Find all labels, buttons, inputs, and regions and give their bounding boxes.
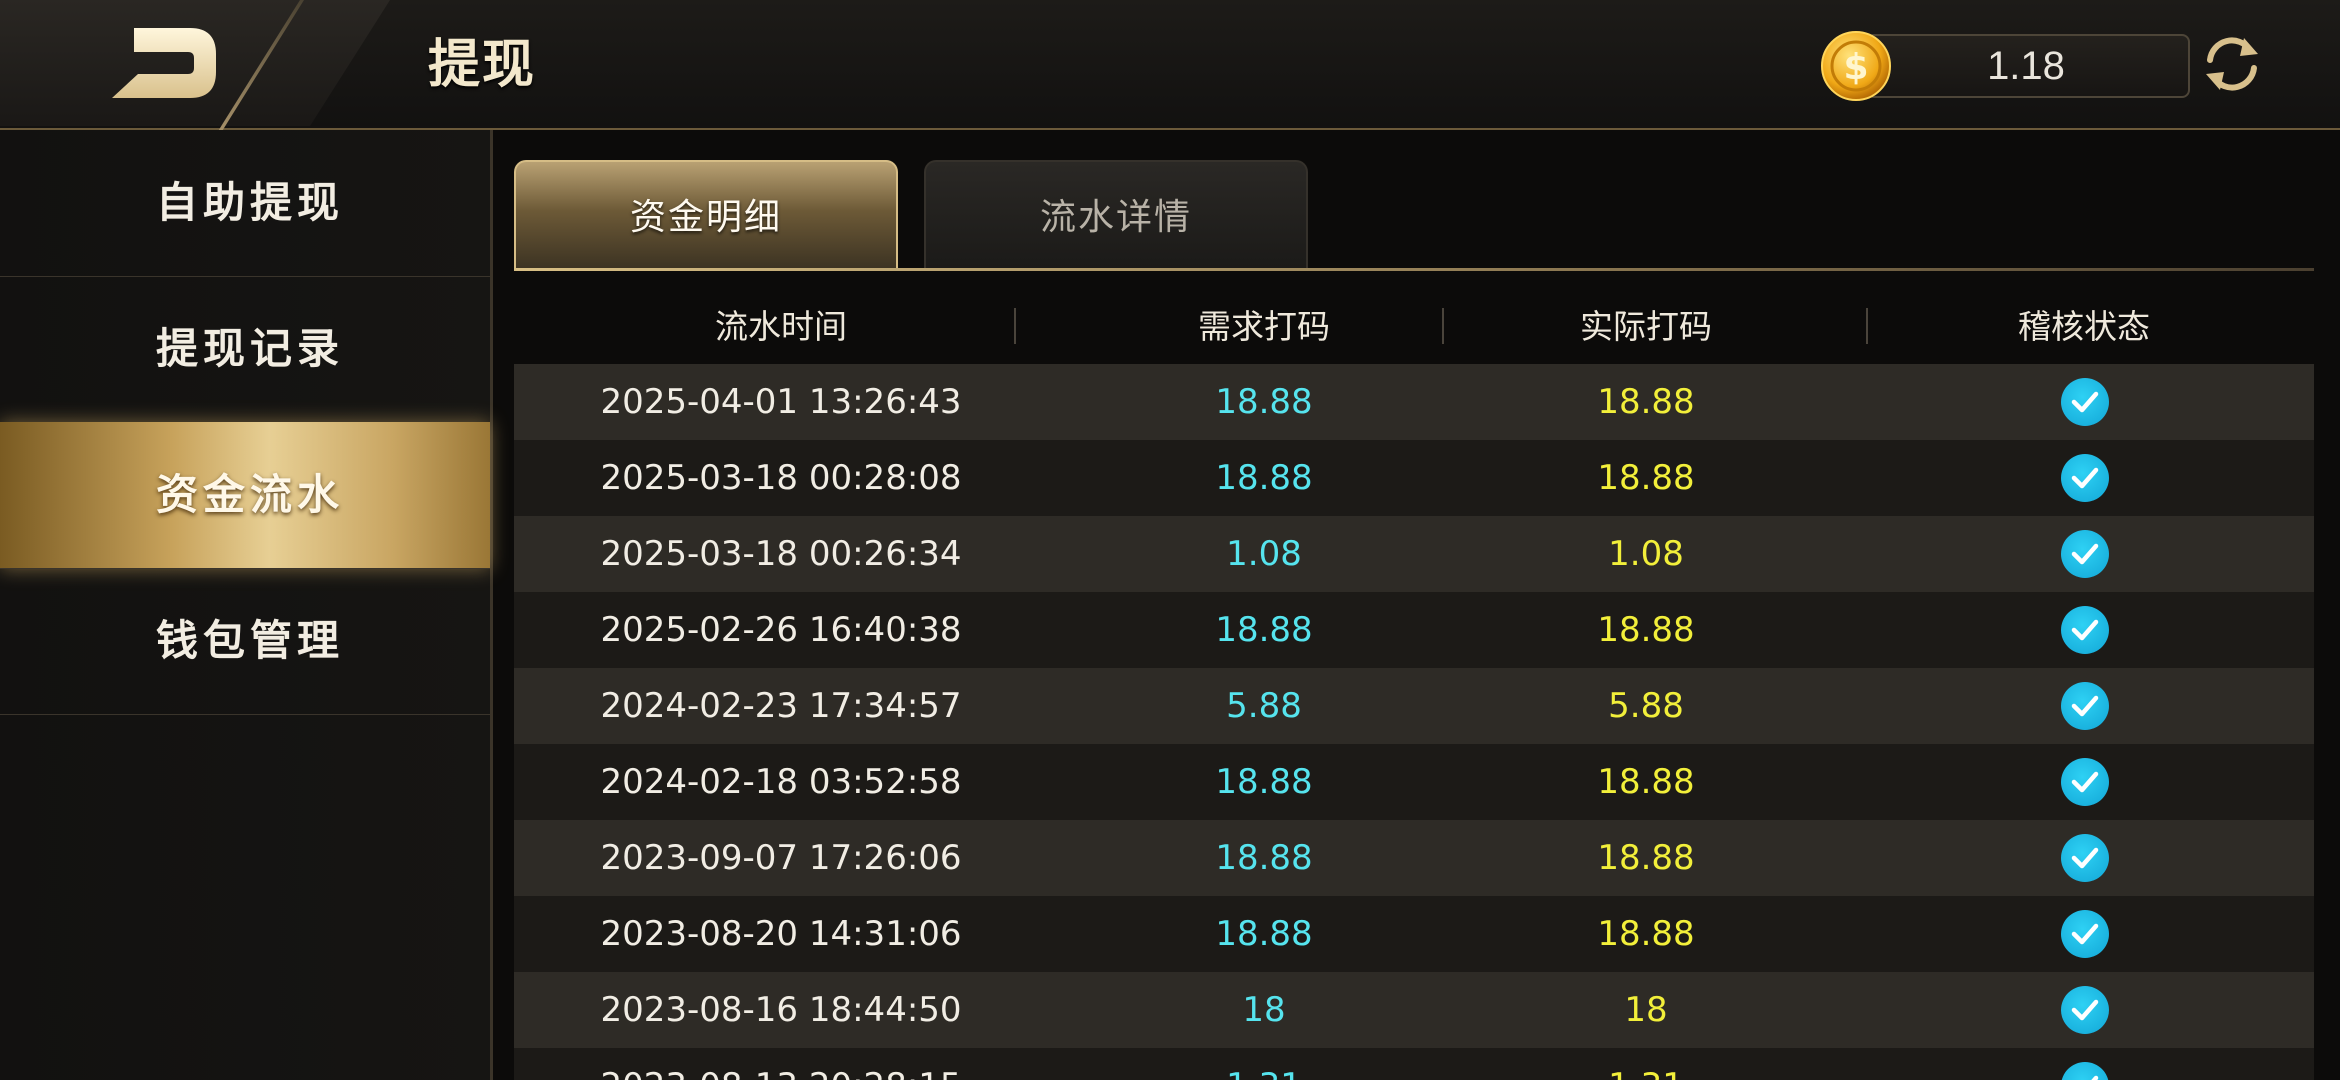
check-circle-icon [2061, 758, 2109, 806]
row-required-wager: 18.88 [1215, 914, 1313, 954]
column-divider [1014, 308, 1016, 344]
check-circle-icon [2061, 682, 2109, 730]
row-required-wager: 18.88 [1215, 610, 1313, 650]
balance-value: 1.18 [1987, 44, 2065, 88]
table-row: 2025-04-01 13:26:43 18.88 18.88 [514, 364, 2314, 440]
row-time: 2025-04-01 13:26:43 [600, 382, 962, 422]
table-row: 2024-02-23 17:34:57 5.88 5.88 [514, 668, 2314, 744]
table-row: 2025-02-26 16:40:38 18.88 18.88 [514, 592, 2314, 668]
sidebar-item-withdraw-records[interactable]: 提现记录 [0, 276, 490, 423]
row-required-wager: 18 [1242, 990, 1286, 1030]
sidebar-item-self-withdraw[interactable]: 自助提现 [0, 130, 490, 277]
check-circle-icon [2061, 530, 2109, 578]
column-header-required: 需求打码 [1198, 307, 1330, 346]
row-actual-wager: 1.08 [1608, 534, 1684, 574]
sidebar-item-label: 资金流水 [156, 470, 345, 519]
row-time: 2023-08-20 14:31:06 [600, 914, 962, 954]
row-time: 2025-03-18 00:28:08 [600, 458, 962, 498]
sidebar-item-fund-flow[interactable]: 资金流水 [0, 422, 490, 569]
gold-coin-icon: $ [1820, 30, 1892, 102]
row-required-wager: 1.08 [1226, 534, 1302, 574]
tab-label: 资金明细 [629, 197, 782, 238]
table-row: 2023-09-07 17:26:06 18.88 18.88 [514, 820, 2314, 896]
row-actual-wager: 18.88 [1597, 914, 1695, 954]
sidebar-item-label: 钱包管理 [156, 616, 345, 665]
column-header-time: 流水时间 [715, 307, 847, 346]
tab-flow-details[interactable]: 流水详情 [924, 160, 1308, 270]
column-header-actual: 实际打码 [1580, 307, 1712, 346]
row-required-wager: 18.88 [1215, 382, 1313, 422]
row-required-wager: 18.88 [1215, 458, 1313, 498]
tab-label: 流水详情 [1039, 197, 1192, 238]
check-circle-icon [2061, 910, 2109, 958]
table-row: 2023-08-16 18:44:50 18 18 [514, 972, 2314, 1048]
sidebar-item-wallet-management[interactable]: 钱包管理 [0, 568, 490, 715]
check-circle-icon [2061, 834, 2109, 882]
check-circle-icon [2061, 454, 2109, 502]
row-actual-wager: 18.88 [1597, 382, 1695, 422]
row-actual-wager: 18.88 [1597, 458, 1695, 498]
tab-underline [514, 268, 2314, 271]
row-actual-wager: 18 [1624, 990, 1668, 1030]
row-time: 2023-08-13 20:28:15 [514, 1048, 1048, 1080]
check-circle-icon [2061, 606, 2109, 654]
sidebar: 自助提现 提现记录 资金流水 钱包管理 [0, 130, 493, 1080]
column-divider [1866, 308, 1868, 344]
sidebar-item-label: 自助提现 [156, 178, 345, 227]
table-row: 2025-03-18 00:28:08 18.88 18.88 [514, 440, 2314, 516]
row-required-wager: 18.88 [1215, 762, 1313, 802]
row-actual-wager: 18.88 [1597, 762, 1695, 802]
row-time: 2023-08-16 18:44:50 [600, 990, 962, 1030]
refresh-icon [2206, 37, 2258, 91]
check-circle-icon [2061, 378, 2109, 426]
check-circle-icon [2061, 986, 2109, 1034]
table-row: 2024-02-18 03:52:58 18.88 18.88 [514, 744, 2314, 820]
row-required-wager: 5.88 [1226, 686, 1302, 726]
top-bar: 提现 1.18 $ [0, 0, 2340, 134]
row-actual-wager: 5.88 [1608, 686, 1684, 726]
row-time: 2025-03-18 00:26:34 [600, 534, 962, 574]
table-row: 2023-08-20 14:31:06 18.88 18.88 [514, 896, 2314, 972]
back-arrow-icon [112, 28, 216, 98]
row-required-wager: 1.31 [1048, 1048, 1480, 1080]
svg-text:$: $ [1843, 47, 1868, 88]
row-required-wager: 18.88 [1215, 838, 1313, 878]
tab-fund-details[interactable]: 资金明细 [514, 160, 898, 270]
table-row: 2025-03-18 00:26:34 1.08 1.08 [514, 516, 2314, 592]
row-actual-wager: 1.31 [1430, 1048, 1862, 1080]
flow-table[interactable]: 流水时间 需求打码 实际打码 稽核状态 2025-04-01 13:26:43 1… [514, 290, 2314, 1080]
row-time: 2024-02-18 03:52:58 [600, 762, 962, 802]
row-time: 2024-02-23 17:34:57 [600, 686, 962, 726]
column-header-status: 稽核状态 [2018, 307, 2150, 346]
page-title: 提现 [428, 35, 537, 95]
refresh-button[interactable] [2198, 30, 2266, 98]
back-button[interactable] [112, 28, 222, 98]
row-time: 2023-09-07 17:26:06 [600, 838, 962, 878]
table-row: 2023-08-13 20:28:151.311.31 [514, 1048, 2314, 1080]
row-actual-wager: 18.88 [1597, 838, 1695, 878]
sidebar-item-label: 提现记录 [156, 324, 345, 373]
check-circle-icon [2061, 1062, 2109, 1080]
row-time: 2025-02-26 16:40:38 [600, 610, 962, 650]
row-actual-wager: 18.88 [1597, 610, 1695, 650]
table-header: 流水时间 需求打码 实际打码 稽核状态 [514, 290, 2314, 364]
